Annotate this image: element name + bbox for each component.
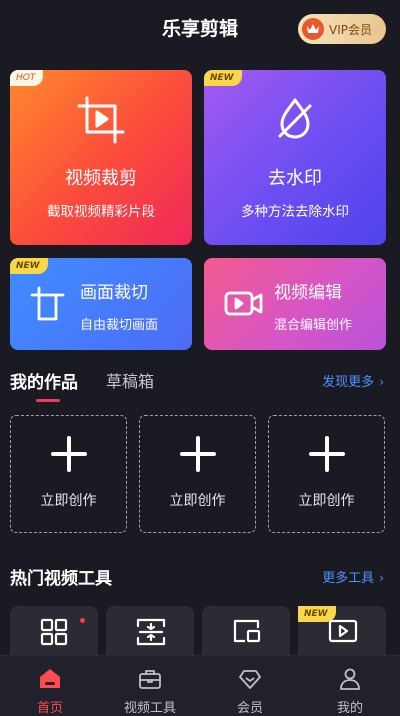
picture-in-picture-icon bbox=[233, 619, 261, 643]
vip-label: VIP会员 bbox=[329, 22, 372, 37]
toolbox-icon bbox=[139, 670, 161, 689]
bottom-nav: 首页 视频工具 会员 我的 bbox=[0, 655, 400, 716]
chevron-right-icon: › bbox=[379, 375, 384, 389]
vip-button[interactable]: VIP会员 bbox=[298, 14, 386, 44]
video-edit-title: 视频编辑 bbox=[274, 283, 342, 303]
crop-play-icon bbox=[10, 94, 192, 146]
create-now-slot[interactable]: 立即创作 bbox=[139, 415, 256, 533]
nav-mine[interactable]: 我的 bbox=[300, 656, 400, 716]
nav-mine-label: 我的 bbox=[336, 701, 363, 716]
create-now-slot[interactable]: 立即创作 bbox=[268, 415, 385, 533]
new-tag: NEW bbox=[10, 258, 48, 274]
create-now-label: 立即创作 bbox=[298, 493, 355, 509]
frame-crop-card[interactable]: NEW 画面裁切 自由裁切画面 bbox=[10, 258, 192, 350]
nav-home[interactable]: 首页 bbox=[0, 656, 100, 716]
remove-watermark-card[interactable]: NEW 去水印 多种方法去除水印 bbox=[204, 70, 386, 245]
nav-membership[interactable]: 会员 bbox=[200, 656, 300, 716]
video-edit-subtitle: 混合编辑创作 bbox=[274, 318, 353, 333]
home-icon bbox=[40, 669, 60, 688]
nav-home-label: 首页 bbox=[36, 701, 63, 716]
new-tag: NEW bbox=[204, 70, 242, 86]
frame-crop-title: 画面裁切 bbox=[80, 283, 148, 303]
nav-video-tools[interactable]: 视频工具 bbox=[100, 656, 200, 716]
video-edit-card[interactable]: 视频编辑 混合编辑创作 bbox=[204, 258, 386, 350]
plus-icon bbox=[51, 436, 87, 472]
video-crop-title: 视频裁剪 bbox=[65, 168, 137, 189]
create-now-label: 立即创作 bbox=[40, 493, 97, 509]
active-tab-indicator bbox=[36, 399, 60, 402]
works-tabs: 我的作品 草稿箱 bbox=[10, 368, 182, 404]
create-now-slot[interactable]: 立即创作 bbox=[10, 415, 127, 533]
video-crop-card[interactable]: HOT 视频裁剪 截取视频精彩片段 bbox=[10, 70, 192, 245]
video-crop-subtitle: 截取视频精彩片段 bbox=[47, 204, 155, 220]
notification-dot bbox=[80, 618, 85, 623]
page-crop-icon bbox=[30, 286, 66, 326]
remove-watermark-subtitle: 多种方法去除水印 bbox=[241, 204, 349, 220]
nav-membership-label: 会员 bbox=[236, 701, 263, 716]
discover-more-link[interactable]: 发现更多 › bbox=[322, 371, 384, 390]
grid-icon bbox=[40, 618, 68, 646]
eraser-icon bbox=[204, 94, 386, 144]
nav-video-tools-label: 视频工具 bbox=[123, 701, 176, 716]
hot-tools-title: 热门视频工具 bbox=[10, 569, 112, 589]
plus-icon bbox=[309, 436, 345, 472]
more-tools-label: 更多工具 bbox=[322, 571, 375, 586]
chevron-right-icon: › bbox=[379, 571, 384, 585]
user-icon bbox=[340, 668, 360, 690]
compress-icon bbox=[136, 618, 166, 646]
discover-more-label: 发现更多 bbox=[322, 375, 375, 390]
remove-watermark-title: 去水印 bbox=[268, 168, 322, 189]
tab-drafts[interactable]: 草稿箱 bbox=[106, 368, 154, 404]
hot-tag: HOT bbox=[10, 70, 44, 86]
works-list: 立即创作 立即创作 立即创作 bbox=[10, 415, 386, 533]
frame-crop-subtitle: 自由裁切画面 bbox=[80, 318, 159, 333]
diamond-icon bbox=[239, 670, 261, 689]
video-camera-icon bbox=[224, 286, 264, 324]
create-now-label: 立即创作 bbox=[169, 493, 226, 509]
header: 乐享剪辑 VIP会员 bbox=[0, 0, 400, 56]
more-tools-link[interactable]: 更多工具 › bbox=[322, 567, 384, 586]
plus-icon bbox=[180, 436, 216, 472]
play-square-icon bbox=[328, 619, 358, 643]
crown-icon bbox=[302, 18, 324, 40]
